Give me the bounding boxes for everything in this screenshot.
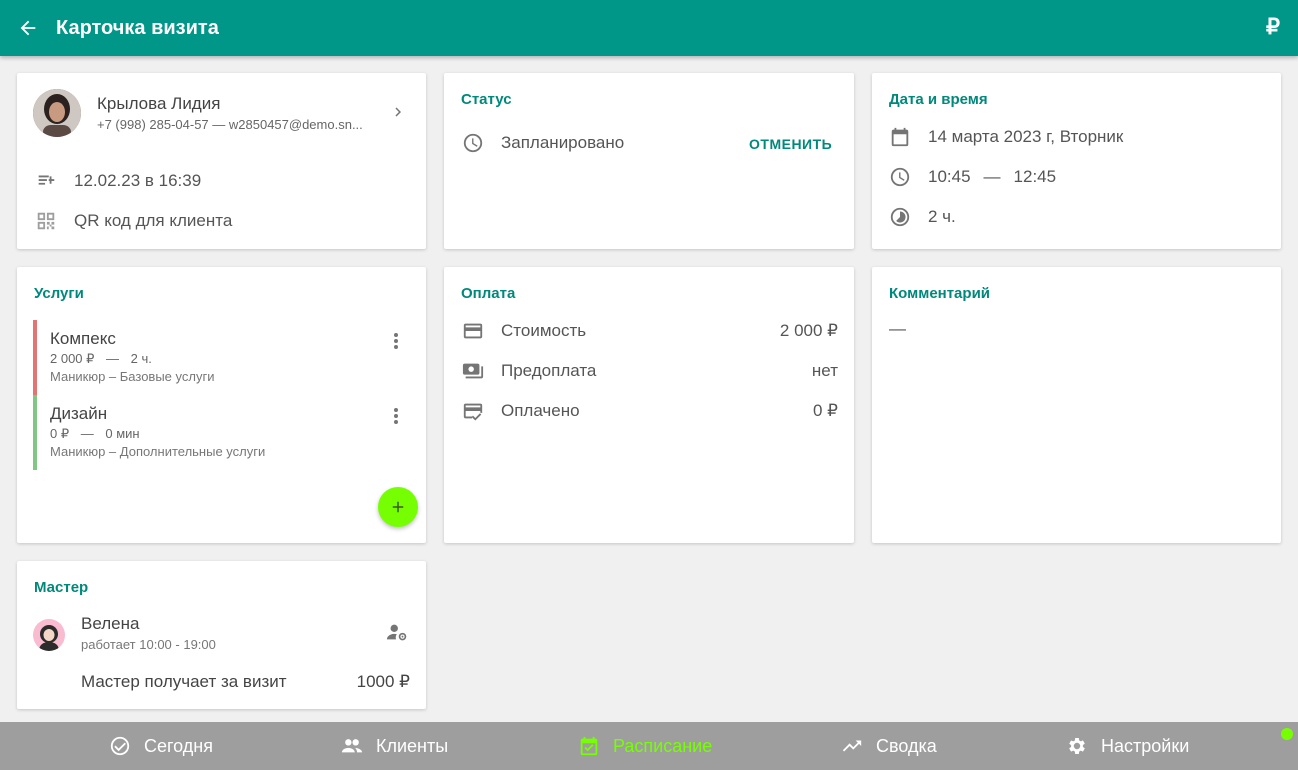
status-value: Запланировано	[501, 133, 625, 152]
service-dash: —	[106, 351, 120, 366]
note-add-icon	[34, 169, 58, 193]
clock-icon	[888, 165, 912, 189]
avatar	[33, 89, 81, 137]
service-price: 0 ₽	[50, 426, 70, 441]
created-row: 12.02.23 в 16:39	[34, 169, 201, 193]
service-name: Компекс	[50, 329, 116, 348]
created-text: 12.02.23 в 16:39	[74, 171, 202, 190]
gear-icon	[1065, 734, 1089, 758]
cancel-button[interactable]: ОТМЕНИТЬ	[749, 136, 832, 152]
add-service-button[interactable]	[378, 487, 418, 527]
nav-clients[interactable]: Клиенты	[340, 722, 448, 770]
service-name: Дизайн	[50, 404, 108, 423]
master-earns-label: Мастер получает за визит	[81, 672, 287, 691]
payment-title: Оплата	[461, 285, 516, 302]
master-hours: работает 10:00 - 19:00	[81, 637, 216, 652]
payment-row-cost[interactable]: Стоимость 2 000 ₽	[461, 319, 838, 343]
connection-status-dot	[1281, 728, 1293, 740]
ruble-button[interactable]: ₽	[1266, 14, 1280, 40]
datetime-card: Дата и время 14 марта 2023 г, Вторник 10…	[872, 73, 1281, 249]
more-vertical-icon[interactable]	[393, 407, 399, 425]
calendar-icon	[888, 125, 912, 149]
status-title: Статус	[461, 91, 512, 108]
status-card: Статус Запланировано ОТМЕНИТЬ	[444, 73, 854, 249]
payment-row-paid[interactable]: Оплачено 0 ₽	[461, 399, 838, 423]
payment-value: 2 000 ₽	[779, 321, 838, 340]
plus-icon	[392, 501, 404, 513]
nav-label: Расписание	[613, 735, 713, 756]
comment-text: —	[889, 319, 906, 338]
status-row: Запланировано	[461, 131, 624, 155]
money-icon	[461, 359, 485, 383]
service-price-line: 2 000 ₽ — 2 ч.	[50, 350, 413, 368]
date-value: 14 марта 2023 г, Вторник	[928, 127, 1124, 146]
service-price-line: 0 ₽ — 0 мин	[50, 425, 413, 443]
service-duration: 0 мин	[105, 426, 140, 441]
service-duration: 2 ч.	[130, 351, 152, 366]
client-contact: +7 (998) 285-04-57 — w2850457@demo.sn...	[97, 117, 363, 132]
service-dash: —	[80, 426, 94, 441]
services-title: Услуги	[34, 285, 84, 302]
chevron-right-icon	[395, 107, 401, 117]
timelapse-icon	[888, 205, 912, 229]
payment-value: 0 ₽	[813, 401, 838, 420]
bottom-navigation: Сегодня Клиенты Расписание Сводка Настро…	[0, 722, 1298, 770]
people-icon	[340, 734, 364, 758]
time-start: 10:45	[928, 167, 971, 186]
payment-card: Оплата Стоимость 2 000 ₽ Предоплата нет …	[444, 267, 854, 543]
calendar-check-icon	[577, 734, 601, 758]
user-settings-icon[interactable]	[386, 621, 408, 643]
arrow-left-icon	[20, 20, 36, 36]
nav-summary[interactable]: Сводка	[840, 722, 937, 770]
client-name: Крылова Лидия	[97, 94, 221, 113]
clock-icon	[461, 131, 485, 155]
comment-title: Комментарий	[889, 285, 991, 302]
date-row[interactable]: 14 марта 2023 г, Вторник	[888, 125, 1123, 149]
master-title: Мастер	[34, 579, 89, 596]
page-title: Карточка визита	[56, 16, 219, 39]
nav-schedule[interactable]: Расписание	[577, 722, 712, 770]
back-button[interactable]	[0, 0, 56, 56]
trending-up-icon	[840, 734, 864, 758]
payment-label: Стоимость	[501, 321, 587, 340]
nav-label: Сегодня	[144, 735, 213, 756]
service-category: Маникюр – Дополнительные услуги	[50, 444, 266, 459]
master-avatar	[33, 619, 65, 651]
time-separator: —	[983, 167, 1001, 186]
payment-label: Предоплата	[501, 361, 597, 380]
check-circle-icon	[108, 734, 132, 758]
client-header[interactable]: Крылова Лидия +7 (998) 285-04-57 — w2850…	[17, 73, 426, 153]
master-name: Велена	[81, 614, 140, 633]
more-vertical-icon[interactable]	[393, 332, 399, 350]
nav-label: Клиенты	[376, 735, 449, 756]
app-bar: Карточка визита ₽	[0, 0, 1298, 56]
time-row[interactable]: 10:45 — 12:45	[888, 165, 1056, 189]
credit-card-icon	[461, 319, 485, 343]
qr-code-icon	[34, 209, 58, 233]
qr-label: QR код для клиента	[74, 211, 233, 230]
duration-value: 2 ч.	[928, 207, 956, 226]
time-end: 12:45	[1013, 167, 1057, 186]
nav-label: Сводка	[876, 735, 937, 756]
card-check-icon	[461, 399, 485, 423]
services-card: Услуги Компекс 2 000 ₽ — 2 ч. Маникюр – …	[17, 267, 426, 543]
qr-row[interactable]: QR код для клиента	[34, 209, 232, 233]
service-item[interactable]: Компекс 2 000 ₽ — 2 ч. Маникюр – Базовые…	[33, 320, 413, 395]
datetime-title: Дата и время	[889, 91, 988, 108]
nav-settings[interactable]: Настройки	[1065, 722, 1189, 770]
comment-card[interactable]: Комментарий —	[872, 267, 1281, 543]
service-price: 2 000 ₽	[50, 351, 95, 366]
client-card: Крылова Лидия +7 (998) 285-04-57 — w2850…	[17, 73, 426, 249]
duration-row: 2 ч.	[888, 205, 956, 229]
service-item[interactable]: Дизайн 0 ₽ — 0 мин Маникюр – Дополнитель…	[33, 395, 413, 470]
payment-row-prepay[interactable]: Предоплата нет	[461, 359, 838, 383]
payment-label: Оплачено	[501, 401, 580, 420]
master-card: Мастер Велена работает 10:00 - 19:00 Мас…	[17, 561, 426, 709]
nav-today[interactable]: Сегодня	[108, 722, 213, 770]
master-earns-value: 1000 ₽	[356, 672, 410, 691]
service-category: Маникюр – Базовые услуги	[50, 369, 215, 384]
nav-label: Настройки	[1101, 735, 1190, 756]
payment-value: нет	[811, 361, 838, 380]
